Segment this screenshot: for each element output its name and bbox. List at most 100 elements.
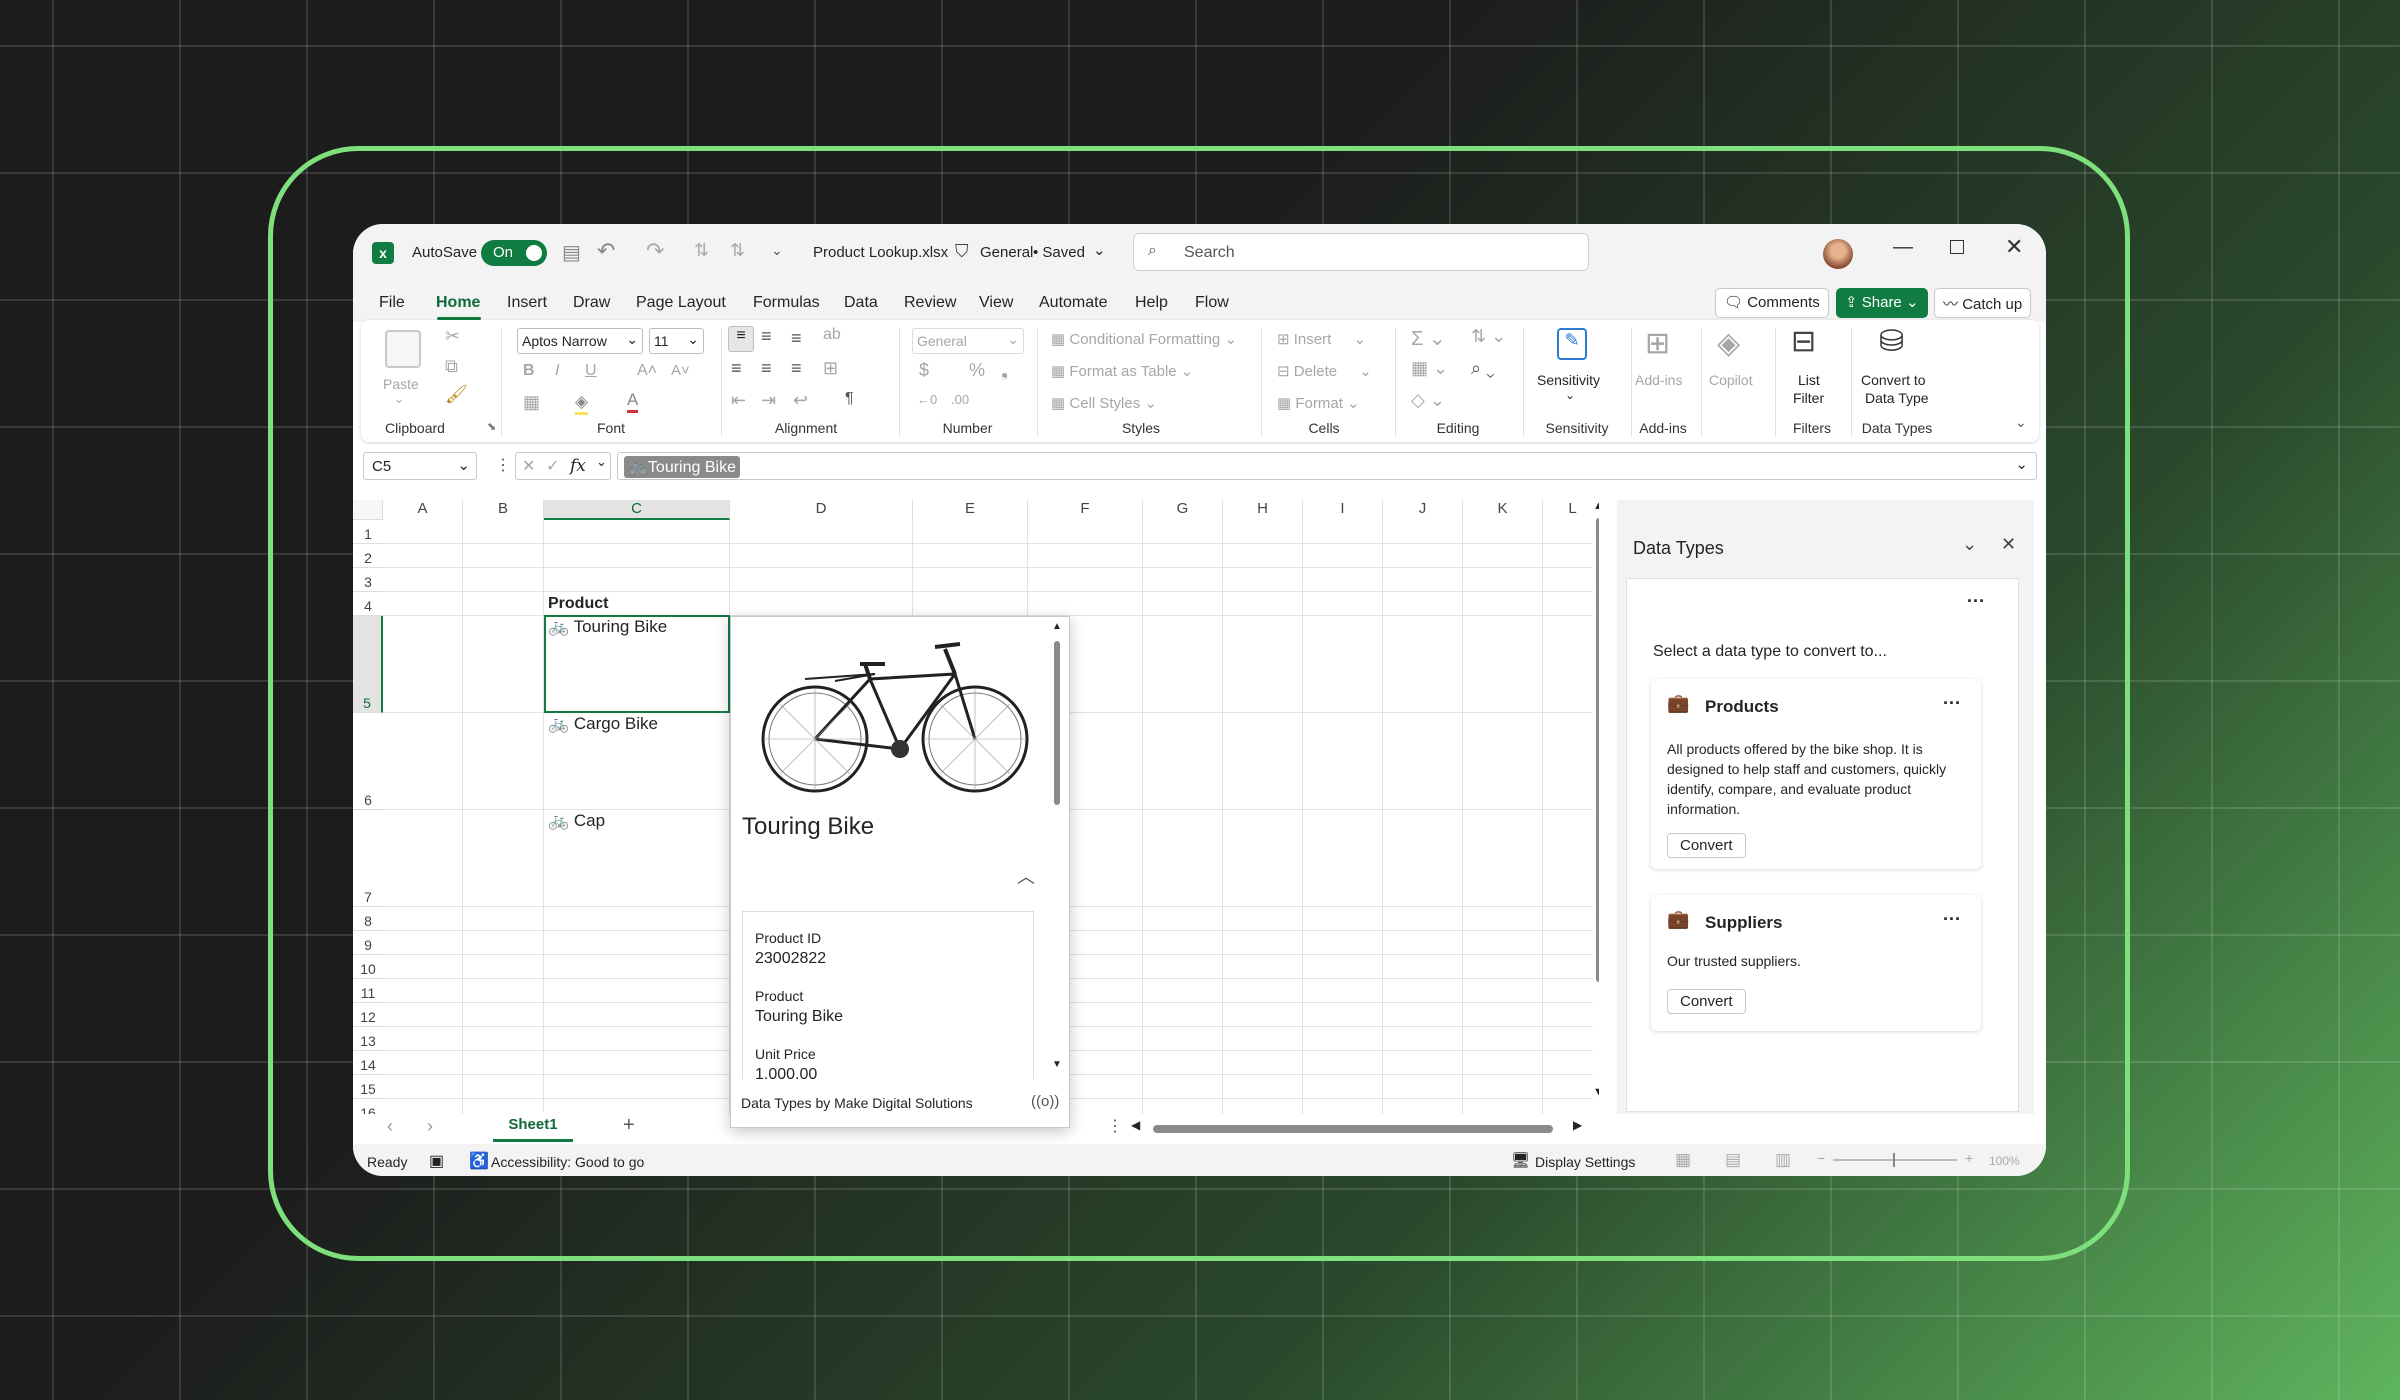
align-bottom-icon[interactable]: ≡	[791, 328, 802, 349]
row-header-14[interactable]: 14	[353, 1051, 383, 1075]
pane-options-icon[interactable]: ⌄	[1962, 534, 1977, 555]
display-icon[interactable]: 🖥	[1511, 1151, 1530, 1169]
align-middle-icon[interactable]: ≡	[761, 326, 772, 347]
paste-chevron-icon[interactable]: ⌄	[394, 392, 404, 406]
redo-icon[interactable]: ↷	[646, 238, 664, 264]
zoom-slider[interactable]	[1833, 1153, 1957, 1167]
column-header-j[interactable]: J	[1383, 500, 1463, 520]
chevron-down-icon[interactable]: ⌄	[596, 454, 607, 470]
type-card-suppliers[interactable]: 💼 Suppliers ··· Our trusted suppliers. C…	[1651, 895, 1981, 1031]
saved-status[interactable]: • Saved	[1033, 244, 1085, 261]
row-header-5[interactable]: 5	[353, 616, 383, 713]
more-options-icon[interactable]: ⋮	[495, 455, 511, 475]
tab-review[interactable]: Review	[904, 294, 956, 312]
row-header-16[interactable]: 16	[353, 1099, 383, 1114]
close-pane-icon[interactable]: ✕	[2001, 534, 2016, 555]
column-header-d[interactable]: D	[730, 500, 913, 520]
zoom-level[interactable]: 100%	[1989, 1154, 2020, 1168]
percent-icon[interactable]: %	[969, 360, 985, 381]
decrease-font-icon[interactable]: A˅	[671, 362, 690, 379]
currency-icon[interactable]: $	[919, 360, 929, 381]
addins-button-label[interactable]: Add-ins	[1635, 372, 1682, 388]
more-options-icon[interactable]: ···	[1943, 693, 1961, 714]
sort-desc-icon[interactable]: ⇅	[730, 240, 745, 261]
row-header-10[interactable]: 10	[353, 955, 383, 979]
clipboard-launcher-icon[interactable]: ⬊	[487, 420, 496, 433]
convert-data-type-label-2[interactable]: Data Type	[1865, 390, 1929, 406]
underline-icon[interactable]: U	[585, 362, 597, 380]
clear-icon[interactable]: ◇ ⌄	[1411, 390, 1445, 411]
conditional-formatting-button[interactable]: ▦ Conditional Formatting ⌄	[1051, 330, 1237, 348]
increase-decimal-icon[interactable]: ←0	[917, 392, 937, 407]
addins-icon[interactable]: ⊞	[1645, 326, 1670, 361]
column-header-k[interactable]: K	[1463, 500, 1543, 520]
chevron-down-icon[interactable]: ⌄	[1093, 241, 1106, 259]
cell-c6[interactable]: 🚲 Cargo Bike	[548, 714, 658, 734]
horizontal-scroll-thumb[interactable]	[1153, 1125, 1553, 1133]
broadcast-icon[interactable]: ((o))	[1031, 1093, 1059, 1110]
sheet-tab-sheet1[interactable]: Sheet1	[493, 1112, 573, 1142]
save-icon[interactable]: ▤	[562, 240, 581, 265]
convert-products-button[interactable]: Convert	[1667, 833, 1746, 858]
status-accessibility[interactable]: Accessibility: Good to go	[491, 1154, 644, 1170]
decrease-indent-icon[interactable]: ⇤	[731, 390, 746, 411]
collapse-icon[interactable]: ︿	[1017, 863, 1035, 889]
type-card-products[interactable]: 💼 Products ··· All products offered by t…	[1651, 679, 1981, 869]
status-display-settings[interactable]: Display Settings	[1535, 1154, 1635, 1170]
prev-sheet-icon[interactable]: ‹	[387, 1116, 393, 1137]
autosave-toggle[interactable]: On	[481, 240, 547, 266]
tab-help[interactable]: Help	[1135, 294, 1168, 312]
tab-page-layout[interactable]: Page Layout	[636, 294, 726, 312]
tab-flow[interactable]: Flow	[1195, 294, 1229, 312]
more-options-icon[interactable]: ···	[1943, 909, 1961, 930]
align-left-icon[interactable]: ≡	[731, 358, 742, 379]
paragraph-icon[interactable]: ¶	[845, 390, 854, 408]
row-header-11[interactable]: 11	[353, 979, 383, 1003]
align-top-icon[interactable]: ≡	[728, 326, 754, 352]
row-header-4[interactable]: 4	[353, 592, 383, 616]
name-box[interactable]: C5 ⌄	[363, 452, 477, 480]
page-break-view-icon[interactable]: ▥	[1775, 1150, 1791, 1170]
number-format-select[interactable]: General ⌄	[912, 328, 1024, 354]
decrease-decimal-icon[interactable]: .00	[951, 392, 969, 407]
undo-icon[interactable]: ↶	[597, 238, 615, 264]
fill-icon[interactable]: ▦ ⌄	[1411, 358, 1448, 379]
font-size-select[interactable]: 11 ⌄	[649, 328, 704, 354]
more-icon[interactable]: ⋮	[1107, 1116, 1123, 1136]
bold-icon[interactable]: B	[523, 362, 535, 380]
format-as-table-button[interactable]: ▦ Format as Table ⌄	[1051, 362, 1193, 380]
sensitivity-button-label[interactable]: Sensitivity	[1537, 372, 1600, 388]
tab-view[interactable]: View	[979, 294, 1013, 312]
font-color-icon[interactable]: A	[627, 390, 639, 413]
list-filter-label-1[interactable]: List	[1798, 372, 1820, 388]
borders-icon[interactable]: ▦	[523, 392, 540, 413]
minimize-icon[interactable]: —	[1893, 236, 1913, 259]
column-header-h[interactable]: H	[1223, 500, 1303, 520]
formula-input[interactable]: 🚲Touring Bike ⌄	[617, 452, 2037, 480]
fill-color-icon[interactable]: ◈	[575, 392, 589, 415]
avatar[interactable]	[1823, 239, 1853, 269]
column-header-l[interactable]: L	[1543, 500, 1599, 520]
row-header-7[interactable]: 7	[353, 810, 383, 907]
row-header-6[interactable]: 6	[353, 713, 383, 810]
column-header-f[interactable]: F	[1028, 500, 1143, 520]
row-header-2[interactable]: 2	[353, 544, 383, 568]
increase-font-icon[interactable]: A˄	[637, 362, 657, 380]
copy-icon[interactable]: ⧉	[445, 356, 458, 377]
row-header-12[interactable]: 12	[353, 1003, 383, 1027]
convert-suppliers-button[interactable]: Convert	[1667, 989, 1746, 1014]
increase-indent-icon[interactable]: ⇥	[761, 390, 776, 411]
column-header-e[interactable]: E	[913, 500, 1028, 520]
column-header-b[interactable]: B	[463, 500, 544, 520]
delete-cells-button[interactable]: ⊟ Delete ⌄	[1277, 362, 1372, 380]
find-select-icon[interactable]: ⌕ ⌄	[1471, 358, 1495, 379]
zoom-out-icon[interactable]: −	[1817, 1150, 1825, 1166]
share-button[interactable]: ⇪ Share ⌄	[1836, 288, 1928, 318]
page-layout-view-icon[interactable]: ▤	[1725, 1150, 1741, 1170]
accessibility-icon[interactable]: ♿	[469, 1151, 489, 1171]
sensitivity-chevron-icon[interactable]: ⌄	[1565, 388, 1575, 402]
convert-data-type-icon[interactable]: ⛁	[1879, 324, 1904, 359]
add-sheet-icon[interactable]: +	[623, 1114, 635, 1137]
row-header-1[interactable]: 1	[353, 520, 383, 544]
row-header-13[interactable]: 13	[353, 1027, 383, 1051]
